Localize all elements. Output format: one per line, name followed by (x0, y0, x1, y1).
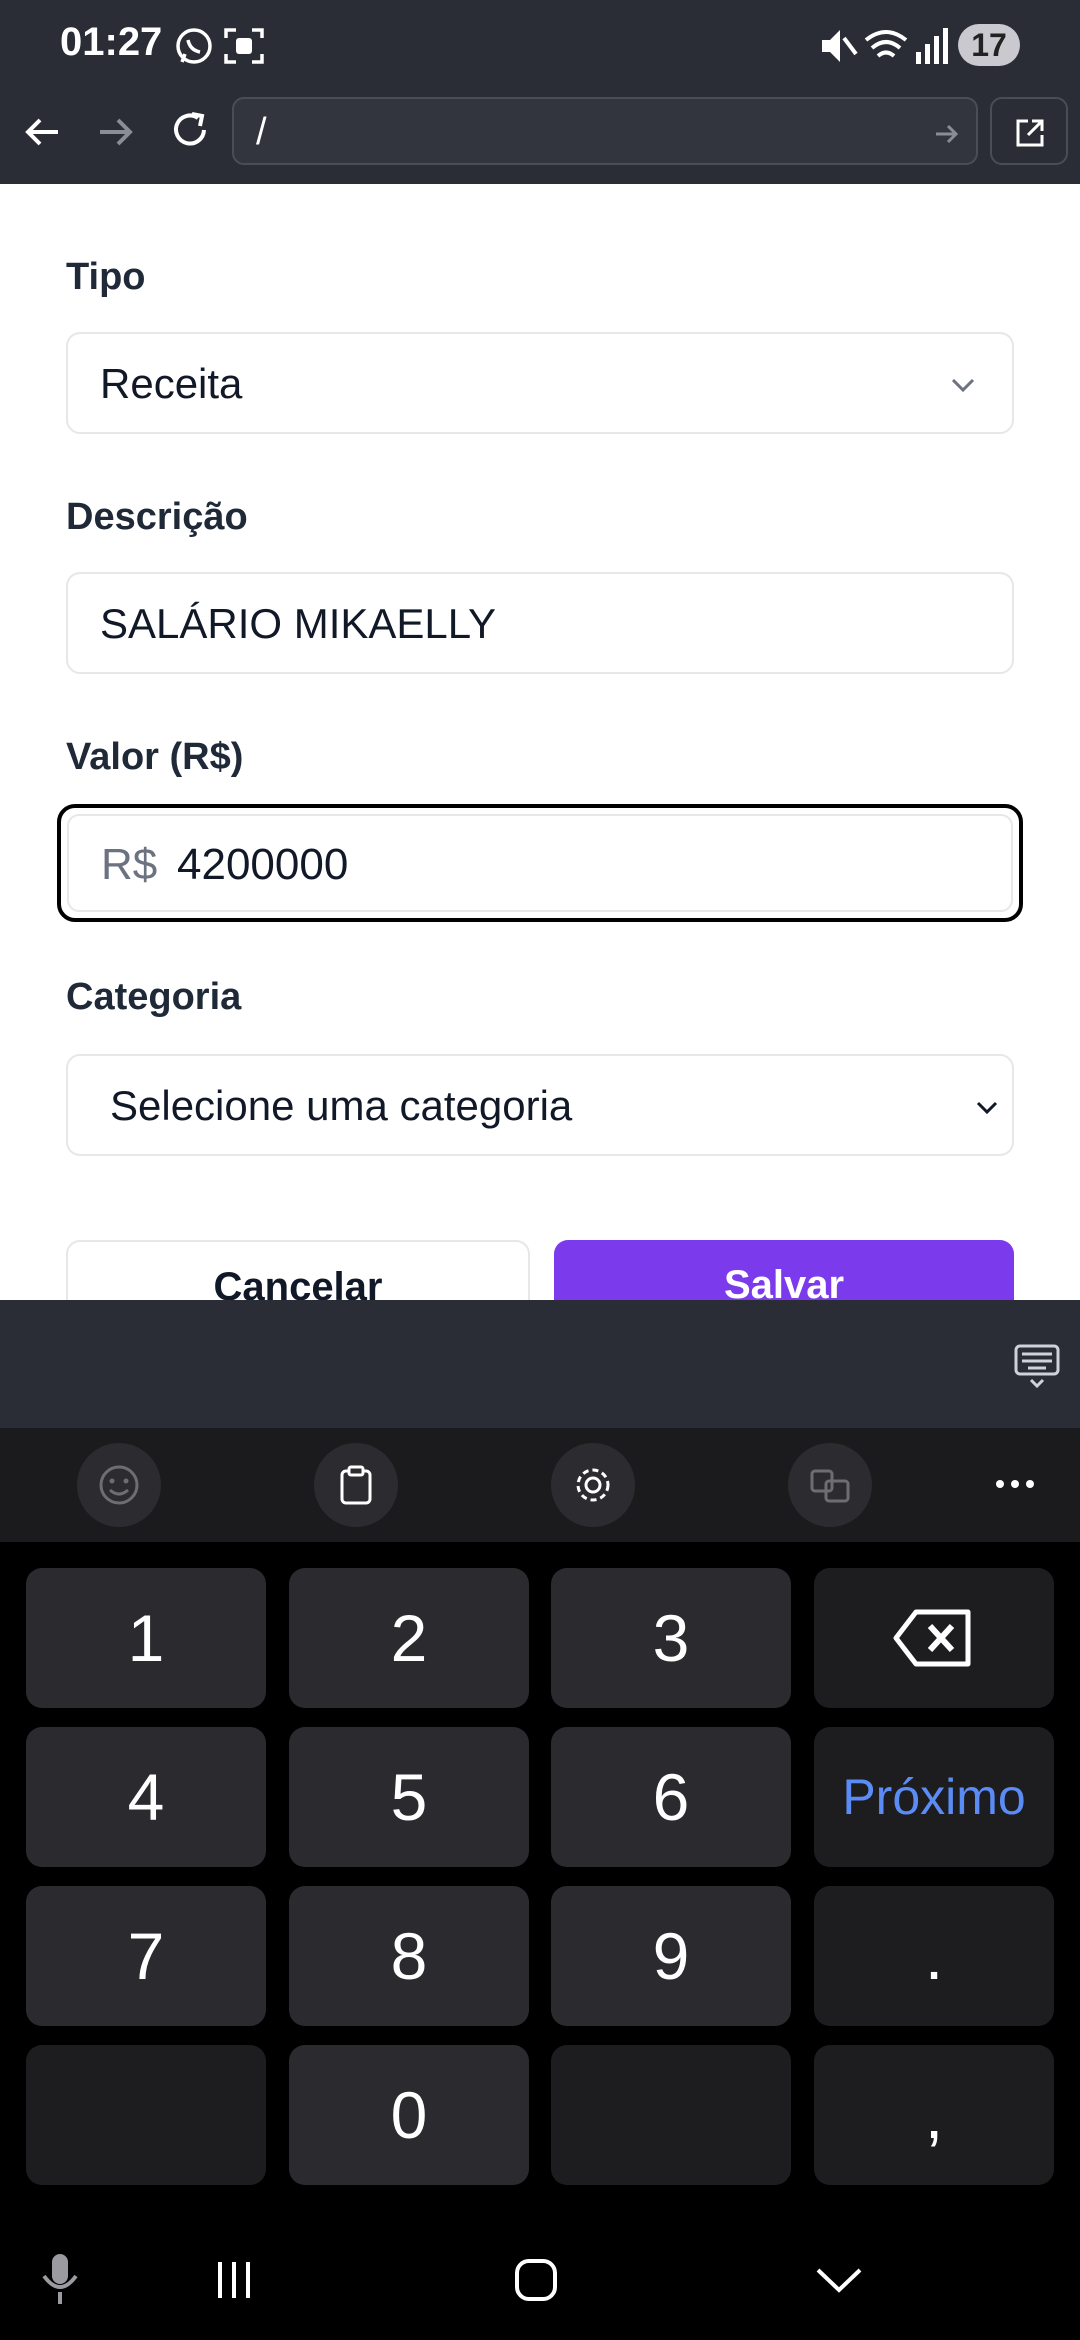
categoria-select[interactable]: Selecione uma categoria (66, 1054, 1014, 1156)
save-button[interactable]: Salvar (554, 1240, 1014, 1300)
valor-value: 4200000 (177, 840, 349, 889)
key-6[interactable]: 6 (551, 1727, 791, 1867)
mute-icon (822, 30, 858, 62)
key-2[interactable]: 2 (289, 1568, 529, 1708)
battery-badge: 17 (958, 24, 1020, 66)
key-0[interactable]: 0 (289, 2045, 529, 2185)
back-icon[interactable] (20, 110, 64, 154)
screenshot-icon (224, 28, 264, 64)
backspace-key[interactable] (814, 1568, 1054, 1708)
clipboard-button[interactable] (314, 1443, 398, 1527)
home-icon[interactable] (512, 2256, 560, 2304)
status-time: 01:27 (60, 20, 163, 64)
backspace-icon (893, 1609, 971, 1667)
emoji-icon (99, 1465, 139, 1505)
chevron-down-icon (951, 378, 975, 393)
url-bar[interactable]: / (232, 97, 978, 165)
url-text: / (256, 111, 267, 153)
valor-label: Valor (R$) (66, 736, 244, 778)
key-7[interactable]: 7 (26, 1886, 266, 2026)
valor-input-box: R$ 4200000 (67, 814, 1013, 912)
external-link-icon (1016, 119, 1044, 147)
descricao-input[interactable]: SALÁRIO MIKAELLY (66, 572, 1014, 674)
page-content: Tipo Receita Descrição SALÁRIO MIKAELLY … (0, 184, 1080, 1300)
keyboard-hide-icon[interactable] (1012, 1340, 1062, 1390)
signal-icon (916, 28, 948, 64)
keyboard-header (0, 1300, 1080, 1428)
currency-prefix: R$ (101, 840, 158, 889)
categoria-label: Categoria (66, 976, 242, 1018)
key-5[interactable]: 5 (289, 1727, 529, 1867)
more-options-icon[interactable] (994, 1472, 1036, 1496)
empty-key-right (551, 2045, 791, 2185)
recent-apps-icon[interactable] (212, 2258, 256, 2302)
key-1[interactable]: 1 (26, 1568, 266, 1708)
keyboard-toolbar (0, 1428, 1080, 1542)
whatsapp-icon (176, 28, 212, 64)
key-3[interactable]: 3 (551, 1568, 791, 1708)
gear-icon (576, 1468, 610, 1502)
translate-button[interactable] (788, 1443, 872, 1527)
chevron-down-icon (976, 1101, 998, 1115)
tipo-value: Receita (100, 360, 243, 407)
tipo-label: Tipo (66, 256, 146, 298)
wifi-icon (864, 30, 908, 58)
key-8[interactable]: 8 (289, 1886, 529, 2026)
translate-icon (810, 1469, 850, 1503)
forward-icon[interactable] (94, 110, 138, 154)
clipboard-icon (340, 1465, 372, 1505)
hide-keyboard-chevron-icon[interactable] (814, 2262, 864, 2298)
tipo-select[interactable]: Receita (66, 332, 1014, 434)
reload-icon[interactable] (168, 108, 212, 152)
comma-key[interactable]: , (814, 2045, 1054, 2185)
key-4[interactable]: 4 (26, 1727, 266, 1867)
settings-button[interactable] (551, 1443, 635, 1527)
dot-key[interactable]: . (814, 1886, 1054, 2026)
cancel-button[interactable]: Cancelar (66, 1240, 530, 1300)
go-arrow-icon[interactable] (932, 119, 962, 149)
emoji-button[interactable] (77, 1443, 161, 1527)
key-9[interactable]: 9 (551, 1886, 791, 2026)
descricao-value: SALÁRIO MIKAELLY (100, 600, 497, 647)
valor-input[interactable]: R$ 4200000 (57, 804, 1023, 922)
microphone-icon[interactable] (38, 2250, 82, 2308)
next-key[interactable]: Próximo (814, 1727, 1054, 1867)
descricao-label: Descrição (66, 496, 248, 538)
open-external-button[interactable] (990, 97, 1068, 165)
empty-key-left (26, 2045, 266, 2185)
categoria-value: Selecione uma categoria (110, 1082, 573, 1129)
